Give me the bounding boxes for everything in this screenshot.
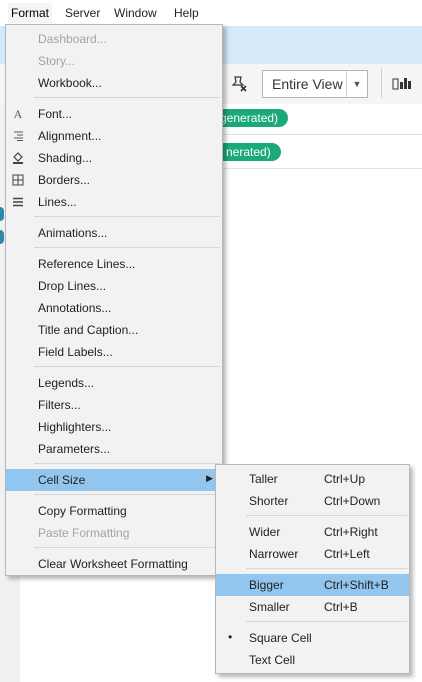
menu-item-lines[interactable]: Lines... [6, 191, 222, 213]
menu-item-taller[interactable]: Taller Ctrl+Up [216, 468, 409, 490]
chevron-down-icon[interactable]: ▼ [346, 71, 367, 97]
menu-item-animations[interactable]: Animations... [6, 222, 222, 244]
menu-item-workbook[interactable]: Workbook... [6, 72, 222, 94]
menu-item-shading[interactable]: Shading... [6, 147, 222, 169]
shortcut-label: Ctrl+B [324, 600, 358, 614]
menu-item-parameters[interactable]: Parameters... [6, 438, 222, 460]
menu-item-alignment[interactable]: Alignment... [6, 125, 222, 147]
menu-server[interactable]: Server [65, 6, 100, 20]
menu-item-reference-lines[interactable]: Reference Lines... [6, 253, 222, 275]
menu-item-shorter[interactable]: Shorter Ctrl+Down [216, 490, 409, 512]
menu-item-dashboard[interactable]: Dashboard... [6, 28, 222, 50]
shelf-pill[interactable]: nerated) [216, 143, 281, 161]
field-marker [0, 230, 4, 244]
menu-item-annotations[interactable]: Annotations... [6, 297, 222, 319]
menu-help[interactable]: Help [174, 6, 199, 20]
shortcut-label: Ctrl+Up [324, 472, 366, 486]
submenu-arrow-icon: ▶ [206, 473, 213, 483]
menu-separator [34, 216, 220, 217]
menu-item-copy-formatting[interactable]: Copy Formatting [6, 500, 222, 522]
show-me-icon[interactable] [392, 72, 422, 96]
menu-item-title-and-caption[interactable]: Title and Caption... [6, 319, 222, 341]
menu-item-square-cell[interactable]: • Square Cell [216, 627, 409, 649]
view-selector[interactable]: Entire View ▼ [262, 70, 368, 98]
menu-separator [34, 547, 220, 548]
menu-item-filters[interactable]: Filters... [6, 394, 222, 416]
menu-item-highlighters[interactable]: Highlighters... [6, 416, 222, 438]
menu-item-drop-lines[interactable]: Drop Lines... [6, 275, 222, 297]
menu-separator [246, 568, 407, 569]
menu-format[interactable]: Format [7, 3, 53, 23]
menu-separator [246, 621, 407, 622]
borders-icon [10, 172, 26, 188]
menu-item-story[interactable]: Story... [6, 50, 222, 72]
shortcut-label: Ctrl+Left [324, 547, 370, 561]
menu-item-paste-formatting[interactable]: Paste Formatting [6, 522, 222, 544]
toolbar-divider [381, 68, 382, 98]
alignment-icon [10, 128, 26, 144]
menubar: Format Server Window Help [0, 0, 422, 26]
lines-icon [10, 194, 26, 210]
shortcut-label: Ctrl+Shift+B [324, 578, 389, 592]
format-menu: Dashboard... Story... Workbook... A Font… [5, 24, 223, 576]
menu-item-bigger[interactable]: Bigger Ctrl+Shift+B [216, 574, 409, 596]
clear-pin-icon[interactable] [226, 72, 252, 96]
checked-bullet-icon: • [228, 630, 233, 644]
menu-separator [34, 247, 220, 248]
menu-separator [34, 494, 220, 495]
field-marker [0, 207, 4, 221]
menu-separator [34, 463, 220, 464]
font-icon: A [13, 106, 23, 121]
menu-item-font[interactable]: A Font... [6, 103, 222, 125]
shortcut-label: Ctrl+Down [324, 494, 381, 508]
menu-item-wider[interactable]: Wider Ctrl+Right [216, 521, 409, 543]
menu-item-clear-worksheet-formatting[interactable]: Clear Worksheet Formatting [6, 553, 222, 575]
menu-separator [246, 515, 407, 516]
menu-item-cell-size[interactable]: Cell Size ▶ [6, 469, 222, 491]
menu-item-smaller[interactable]: Smaller Ctrl+B [216, 596, 409, 618]
menu-window[interactable]: Window [114, 6, 157, 20]
shading-icon [10, 150, 26, 166]
menu-separator [34, 97, 220, 98]
menu-separator [34, 366, 220, 367]
menu-item-legends[interactable]: Legends... [6, 372, 222, 394]
menu-item-narrower[interactable]: Narrower Ctrl+Left [216, 543, 409, 565]
shortcut-label: Ctrl+Right [324, 525, 378, 539]
cell-size-submenu: Taller Ctrl+Up Shorter Ctrl+Down Wider C… [215, 464, 410, 674]
menu-item-text-cell[interactable]: Text Cell [216, 649, 409, 671]
menu-item-borders[interactable]: Borders... [6, 169, 222, 191]
menu-item-field-labels[interactable]: Field Labels... [6, 341, 222, 363]
view-selector-value: Entire View [272, 76, 343, 92]
